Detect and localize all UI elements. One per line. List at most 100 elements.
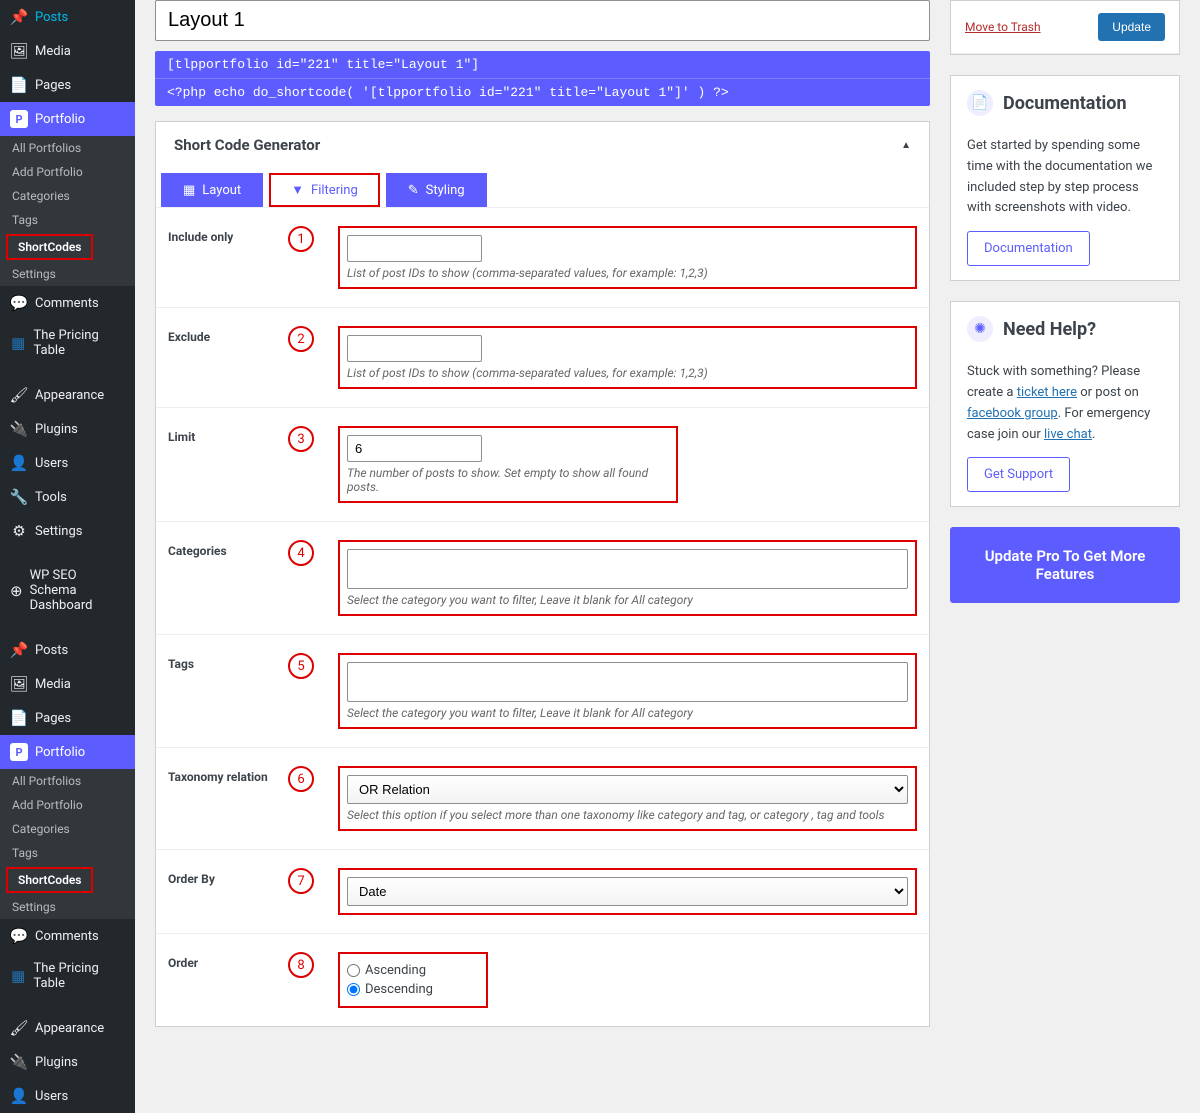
layout-icon: ▦ — [183, 183, 195, 198]
categories-select[interactable] — [347, 549, 908, 589]
seo-icon: ⊕ — [10, 582, 23, 600]
sidebar-item-posts-2[interactable]: 📌 Posts — [0, 633, 135, 667]
live-chat-link[interactable]: live chat — [1044, 427, 1092, 442]
order-descending-radio[interactable] — [347, 983, 360, 996]
sidebar-sub-settings-2[interactable]: Settings — [0, 895, 135, 919]
limit-input[interactable] — [347, 435, 482, 462]
step-number: 1 — [288, 226, 314, 252]
sidebar-item-appearance-2[interactable]: 🖌Appearance — [0, 1011, 135, 1045]
upgrade-pro-button[interactable]: Update Pro To Get More Features — [950, 527, 1180, 603]
sidebar-item-seo-schema[interactable]: ⊕WP SEO Schema Dashboard — [0, 560, 135, 621]
sidebar-item-label: Appearance — [35, 1021, 104, 1036]
update-button[interactable]: Update — [1098, 13, 1165, 41]
sidebar-item-label: The Pricing Table — [34, 328, 125, 358]
brush-icon: 🖌 — [10, 386, 28, 404]
tags-select[interactable] — [347, 662, 908, 702]
sidebar-sub-all-portfolios-2[interactable]: All Portfolios — [0, 769, 135, 793]
taxonomy-relation-select[interactable]: OR Relation — [347, 775, 908, 804]
field-label-order-by: Order By — [168, 868, 288, 886]
sidebar-sub-tags-2[interactable]: Tags — [0, 841, 135, 865]
sidebar-item-settings[interactable]: ⚙Settings — [0, 514, 135, 548]
card-text: Get started by spending some time with t… — [967, 136, 1163, 219]
tab-label: Layout — [202, 183, 241, 198]
sidebar-sub-add-portfolio-2[interactable]: Add Portfolio — [0, 793, 135, 817]
sidebar-sub-categories[interactable]: Categories — [0, 184, 135, 208]
facebook-group-link[interactable]: facebook group — [967, 406, 1058, 421]
card-title: Documentation — [1003, 93, 1127, 114]
move-to-trash-link[interactable]: Move to Trash — [965, 20, 1041, 34]
get-support-button[interactable]: Get Support — [967, 457, 1070, 492]
tab-filtering[interactable]: ▼ Filtering — [269, 173, 380, 207]
pin-icon: 📌 — [10, 641, 28, 659]
comment-icon: 💬 — [10, 294, 28, 312]
order-by-select[interactable]: Date — [347, 877, 908, 906]
filter-icon: ▼ — [291, 182, 304, 198]
field-label-taxonomy-relation: Taxonomy relation — [168, 766, 288, 784]
page-icon: 📄 — [10, 709, 28, 727]
sidebar-item-plugins-2[interactable]: 🔌Plugins — [0, 1045, 135, 1079]
sidebar-item-label: Comments — [35, 929, 99, 944]
sidebar-item-pricing-table-2[interactable]: ▦The Pricing Table — [0, 953, 135, 999]
sidebar-item-portfolio-2[interactable]: PPortfolio — [0, 735, 135, 769]
tab-label: Filtering — [311, 183, 358, 198]
sidebar-item-appearance[interactable]: 🖌Appearance — [0, 378, 135, 412]
step-number: 2 — [288, 326, 314, 352]
sidebar-sub-shortcodes-2[interactable]: ShortCodes — [18, 871, 81, 889]
panel-title: Short Code Generator — [174, 136, 320, 154]
sidebar-sub-settings[interactable]: Settings — [0, 262, 135, 286]
sidebar-item-tools[interactable]: 🔧Tools — [0, 480, 135, 514]
sidebar-item-plugins[interactable]: 🔌Plugins — [0, 412, 135, 446]
php-code-line[interactable]: <?php echo do_shortcode( '[tlpportfolio … — [155, 79, 930, 106]
exclude-input[interactable] — [347, 335, 482, 362]
ticket-link[interactable]: ticket here — [1017, 385, 1077, 400]
sidebar-item-comments-2[interactable]: 💬Comments — [0, 919, 135, 953]
user-icon: 👤 — [10, 454, 28, 472]
sidebar-item-portfolio[interactable]: PPortfolio — [0, 102, 135, 136]
collapse-icon[interactable]: ▲ — [901, 140, 911, 151]
media-icon: 🖼 — [10, 42, 28, 60]
sidebar-item-users[interactable]: 👤Users — [0, 446, 135, 480]
highlight-box: ShortCodes — [6, 234, 93, 260]
step-number: 4 — [288, 540, 314, 566]
highlight-box-2: ShortCodes — [6, 867, 93, 893]
field-hint: List of post IDs to show (comma-separate… — [347, 266, 908, 280]
sidebar-submenu: All Portfolios Add Portfolio Categories … — [0, 136, 135, 286]
brush-icon: ✎ — [408, 183, 419, 198]
sidebar-item-pages[interactable]: 📄Pages — [0, 68, 135, 102]
sidebar-item-media[interactable]: 🖼Media — [0, 34, 135, 68]
documentation-button[interactable]: Documentation — [967, 231, 1090, 266]
sidebar-sub-shortcodes[interactable]: ShortCodes — [18, 238, 81, 256]
shortcode-line[interactable]: [tlpportfolio id="221" title="Layout 1"] — [155, 51, 930, 79]
sidebar-item-pages-2[interactable]: 📄Pages — [0, 701, 135, 735]
media-icon: 🖼 — [10, 675, 28, 693]
sidebar-item-label: Users — [35, 1089, 68, 1104]
sidebar-item-posts[interactable]: 📌Posts — [0, 0, 135, 34]
sidebar-sub-categories-2[interactable]: Categories — [0, 817, 135, 841]
grid-icon: ▦ — [10, 334, 27, 352]
sidebar-sub-all-portfolios[interactable]: All Portfolios — [0, 136, 135, 160]
include-only-input[interactable] — [347, 235, 482, 262]
shortcode-generator-panel: Short Code Generator ▲ ▦ Layout ▼ Filterin… — [155, 121, 930, 1027]
field-label-include: Include only — [168, 226, 288, 244]
order-ascending-radio[interactable] — [347, 964, 360, 977]
sidebar-item-media-2[interactable]: 🖼Media — [0, 667, 135, 701]
documentation-card: 📄 Documentation Get started by spending … — [950, 75, 1180, 281]
portfolio-icon: P — [10, 743, 28, 761]
field-hint: Select the category you want to filter, … — [347, 593, 908, 607]
title-input[interactable] — [155, 0, 930, 41]
tab-layout[interactable]: ▦ Layout — [161, 173, 263, 207]
sidebar-item-label: Posts — [35, 643, 68, 658]
step-number: 7 — [288, 868, 314, 894]
sidebar-sub-add-portfolio[interactable]: Add Portfolio — [0, 160, 135, 184]
card-title: Need Help? — [1003, 319, 1096, 340]
field-label-order: Order — [168, 952, 288, 970]
sidebar-item-comments[interactable]: 💬Comments — [0, 286, 135, 320]
sidebar-item-pricing-table[interactable]: ▦ The Pricing Table — [0, 320, 135, 366]
sidebar-item-label: Plugins — [35, 1055, 78, 1070]
sidebar-sub-tags[interactable]: Tags — [0, 208, 135, 232]
pin-icon: 📌 — [10, 8, 28, 26]
sidebar-item-users-2[interactable]: 👤Users — [0, 1079, 135, 1113]
admin-sidebar: 📌Posts 🖼Media 📄Pages PPortfolio All Port… — [0, 0, 135, 1113]
sidebar-item-label: Pages — [35, 78, 71, 93]
tab-styling[interactable]: ✎Styling — [386, 173, 487, 207]
